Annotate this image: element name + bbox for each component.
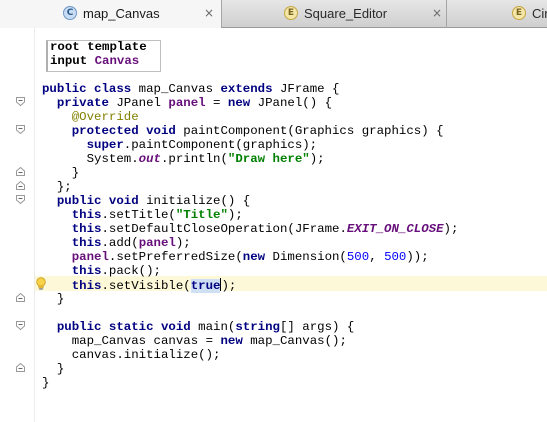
- code-line-8: };: [42, 180, 72, 194]
- code-line-9: public void initialize() {: [42, 194, 251, 208]
- close-icon[interactable]: ×: [204, 6, 214, 20]
- fold-minus-icon[interactable]: [16, 321, 25, 330]
- fold-end-icon[interactable]: [16, 181, 25, 190]
- code-line-10: this.setTitle("Title");: [42, 208, 243, 222]
- template-line-input: input Canvas: [50, 54, 140, 68]
- code-line-16: }: [42, 292, 65, 306]
- tab-square-editor[interactable]: E Square_Editor ×: [222, 0, 447, 28]
- fold-minus-icon[interactable]: [16, 125, 25, 134]
- code-line-2: private JPanel panel = new JPanel() {: [42, 96, 333, 110]
- code-line-6: System.out.println("Draw here");: [42, 152, 325, 166]
- enum-file-icon: E: [284, 6, 298, 20]
- code-line-4: protected void paintComponent(Graphics g…: [42, 124, 444, 138]
- editor-tab-bar: C map_Canvas × E Square_Editor × E Circ: [0, 0, 547, 28]
- class-file-icon: C: [63, 6, 77, 20]
- code-line-5: super.paintComponent(graphics);: [42, 138, 318, 152]
- fold-end-icon[interactable]: [16, 363, 25, 372]
- code-line-11: this.setDefaultCloseOperation(JFrame.EXI…: [42, 222, 459, 236]
- code-line-21: }: [42, 376, 50, 390]
- fold-minus-icon[interactable]: [16, 97, 25, 106]
- code-editor[interactable]: root template input Canvas public class …: [34, 28, 547, 422]
- enum-file-icon: E: [512, 6, 526, 20]
- code-line-17: public static void main(string[] args) {: [42, 320, 355, 334]
- tab-circ[interactable]: E Circ: [447, 0, 547, 28]
- code-line-3: @Override: [42, 110, 139, 124]
- code-line-1: public class map_Canvas extends JFrame {: [42, 82, 340, 96]
- tab-label: Circ: [532, 6, 547, 21]
- code-line-20: }: [42, 362, 65, 376]
- code-line-12: this.add(panel);: [42, 236, 191, 250]
- code-line-7: }: [42, 166, 80, 180]
- tab-label: Square_Editor: [304, 6, 388, 21]
- fold-minus-icon[interactable]: [16, 195, 25, 204]
- code-line-19: canvas.initialize();: [42, 348, 221, 362]
- close-icon[interactable]: ×: [432, 6, 442, 20]
- code-line-15: this.setVisible(true);: [42, 278, 237, 293]
- tab-map-canvas[interactable]: C map_Canvas ×: [0, 0, 222, 28]
- code-line-18: map_Canvas canvas = new map_Canvas();: [42, 334, 347, 348]
- template-line-root: root template: [50, 40, 147, 54]
- fold-end-icon[interactable]: [16, 293, 25, 302]
- code-line-13: panel.setPreferredSize(new Dimension(500…: [42, 250, 429, 264]
- code-line-14: this.pack();: [42, 264, 161, 278]
- fold-end-icon[interactable]: [16, 167, 25, 176]
- tab-label: map_Canvas: [83, 6, 160, 21]
